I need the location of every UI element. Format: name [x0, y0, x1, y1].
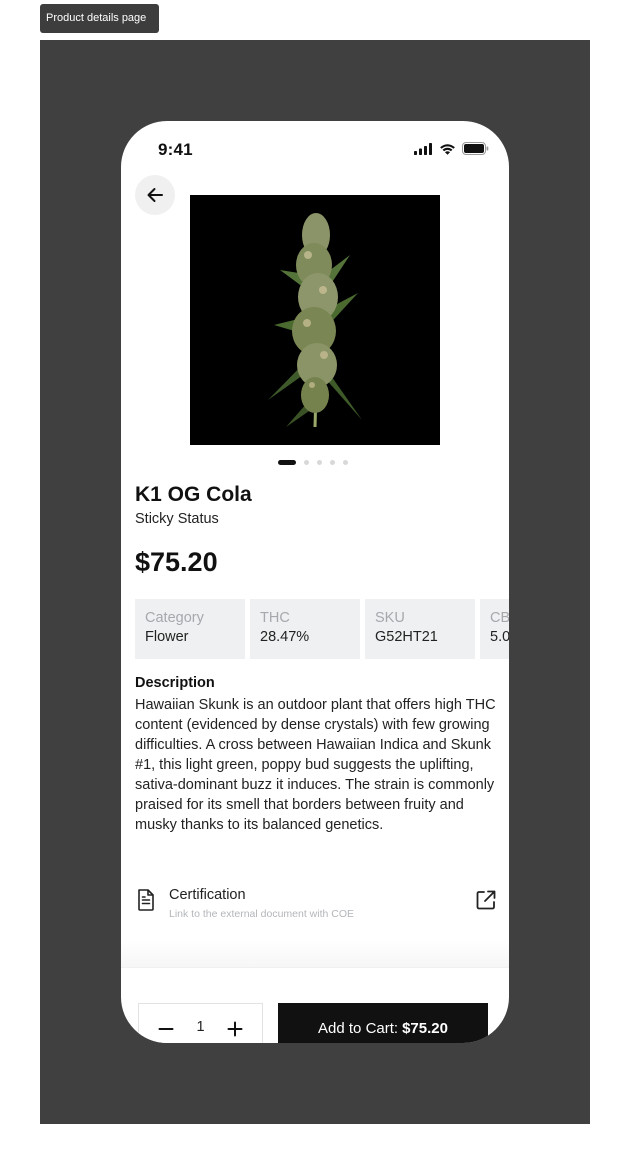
attribute-label: THC — [260, 610, 290, 626]
attribute-label: CBD — [490, 610, 509, 626]
plus-icon — [227, 1021, 243, 1037]
carousel-dot[interactable] — [343, 460, 348, 465]
quantity-stepper[interactable]: 1 — [138, 1003, 263, 1043]
bottom-bar-shadow — [121, 939, 509, 967]
wifi-icon — [440, 143, 455, 155]
attribute-value: 5.03% — [490, 629, 509, 645]
bottom-bar-divider — [121, 967, 509, 968]
description-title: Description — [135, 675, 215, 691]
attribute-chip: THC 28.47% — [250, 599, 360, 659]
certification-subtitle: Link to the external document with COE — [169, 908, 355, 920]
attribute-label: SKU — [375, 610, 405, 626]
carousel-dot-active[interactable] — [278, 460, 296, 465]
attribute-chips[interactable]: Category Flower THC 28.47% SKU G52HT21 C… — [135, 599, 509, 659]
certification-link[interactable]: Certification Link to the external docum… — [135, 883, 497, 923]
attribute-chip: Category Flower — [135, 599, 245, 659]
back-button[interactable] — [135, 175, 175, 215]
phone-screen: 9:41 K1 OG Cola Sticky Status $75.20 Cat… — [121, 121, 509, 1043]
attribute-chip: SKU G52HT21 — [365, 599, 475, 659]
attribute-value: 28.47% — [260, 629, 310, 645]
arrow-left-icon — [147, 188, 163, 202]
status-icons — [414, 142, 489, 155]
cellular-signal-icon — [414, 142, 432, 155]
canvas: 9:41 K1 OG Cola Sticky Status $75.20 Cat… — [40, 40, 590, 1124]
document-icon — [138, 889, 154, 911]
attribute-value: G52HT21 — [375, 629, 438, 645]
product-name: K1 OG Cola — [135, 483, 252, 506]
increase-quantity-button[interactable] — [222, 1016, 248, 1042]
frame-label: Product details page — [40, 4, 159, 33]
external-link-icon[interactable] — [475, 889, 497, 911]
attribute-label: Category — [145, 610, 204, 626]
attribute-value: Flower — [145, 629, 189, 645]
carousel-dot[interactable] — [330, 460, 335, 465]
image-carousel-dots — [278, 460, 348, 465]
certification-title: Certification — [169, 887, 246, 903]
carousel-dot[interactable] — [304, 460, 309, 465]
product-image[interactable] — [190, 195, 440, 445]
add-to-cart-label: Add to Cart: — [318, 1019, 399, 1037]
battery-icon — [462, 142, 489, 155]
add-to-cart-button[interactable]: Add to Cart: $75.20 — [278, 1003, 488, 1043]
add-to-cart-amount: $75.20 — [402, 1019, 448, 1037]
product-price: $75.20 — [135, 547, 218, 577]
attribute-chip: CBD 5.03% — [480, 599, 509, 659]
description-text: Hawaiian Skunk is an outdoor plant that … — [135, 697, 496, 833]
product-brand: Sticky Status — [135, 511, 219, 527]
product-photo — [190, 195, 440, 445]
status-time: 9:41 — [158, 140, 193, 159]
carousel-dot[interactable] — [317, 460, 322, 465]
